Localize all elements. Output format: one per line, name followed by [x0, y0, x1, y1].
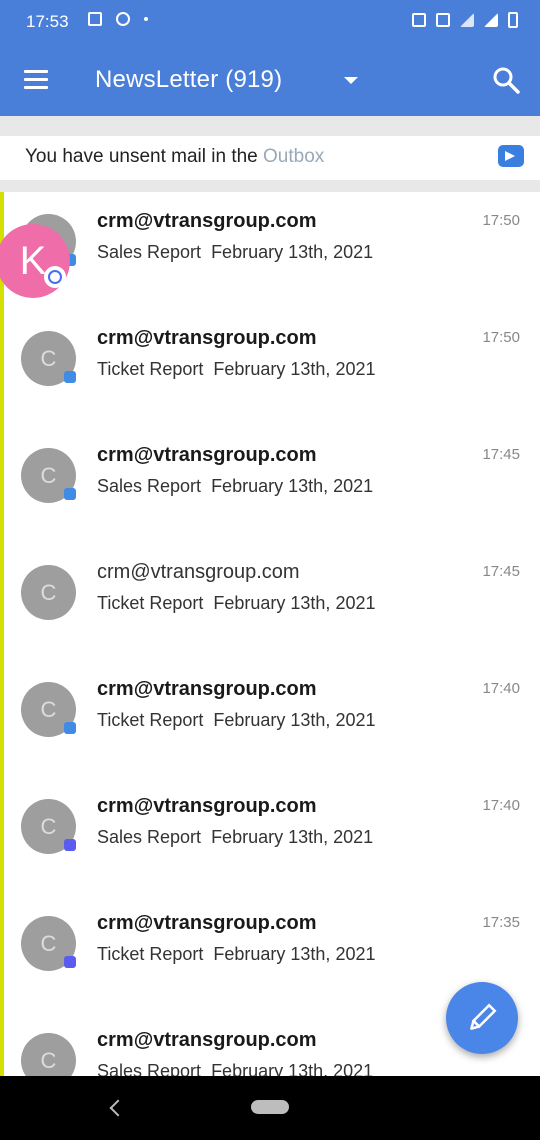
search-icon[interactable]: [492, 66, 520, 94]
email-time: 17:40: [482, 680, 520, 697]
email-subject-line: Sales Report February 13th, 2021: [97, 476, 373, 497]
email-row[interactable]: C crm@vtransgroup.com Ticket Report Febru…: [0, 660, 540, 777]
email-date: February 13th, 2021: [213, 710, 376, 730]
email-subject: Ticket Report: [97, 593, 204, 613]
battery-icon: [508, 12, 518, 28]
sync-icon: [116, 12, 130, 26]
email-subject: Ticket Report: [97, 944, 204, 964]
email-subject-line: Ticket Report February 13th, 2021: [97, 593, 375, 614]
home-pill-icon[interactable]: [251, 1100, 289, 1114]
account-badge-icon: [64, 722, 76, 734]
more-notifications-dot: [144, 17, 148, 21]
wifi-icon: [460, 13, 474, 27]
email-subject-line: Ticket Report February 13th, 2021: [97, 359, 375, 380]
email-subject: Ticket Report: [97, 710, 204, 730]
email-sender: crm@vtransgroup.com: [97, 327, 317, 349]
system-nav-bar: [0, 1076, 540, 1140]
hamburger-icon[interactable]: [24, 70, 48, 90]
account-badge-icon: [64, 488, 76, 500]
outbox-link[interactable]: Outbox: [263, 146, 324, 167]
system-icons: [412, 12, 518, 28]
back-icon[interactable]: [109, 1099, 127, 1117]
notification-icons: [88, 12, 148, 26]
email-sender: crm@vtransgroup.com: [97, 444, 317, 466]
email-time: 17:45: [482, 563, 520, 580]
account-status-icon: [44, 266, 66, 288]
notification-icon: [88, 12, 102, 26]
unsent-mail-banner[interactable]: You have unsent mail in the Outbox: [0, 136, 540, 180]
unsent-mail-text: You have unsent mail in the Outbox: [25, 146, 324, 168]
folder-title[interactable]: NewsLetter (919): [95, 66, 282, 94]
email-row[interactable]: C crm@vtransgroup.com Sales ReportFebrua…: [0, 777, 540, 894]
email-row[interactable]: C crm@vtransgroup.com Sales ReportFebrua…: [0, 192, 540, 309]
email-date: February 13th, 2021: [211, 827, 374, 847]
email-time: 17:35: [482, 914, 520, 931]
email-sender: crm@vtransgroup.com: [97, 795, 317, 817]
email-row[interactable]: C crm@vtransgroup.com Ticket Report Febru…: [0, 543, 540, 660]
email-subject: Sales Report: [97, 1061, 202, 1076]
email-subject: Sales Report: [97, 242, 202, 262]
pencil-icon: [470, 1003, 497, 1030]
email-date: February 13th, 2021: [211, 476, 374, 496]
app-bar: NewsLetter (919): [0, 44, 540, 116]
email-row[interactable]: C crm@vtransgroup.com Ticket Report Febru…: [0, 309, 540, 426]
email-subject: Sales Report: [97, 476, 202, 496]
vibrate-icon: [436, 13, 450, 27]
status-bar: 17:53: [0, 0, 540, 44]
email-subject: Sales Report: [97, 827, 202, 847]
email-date: February 13th, 2021: [213, 359, 376, 379]
email-subject-line: Sales Report February 13th, 2021: [97, 242, 373, 263]
email-subject-line: Sales Report February 13th, 2021: [97, 827, 373, 848]
email-time: 17:50: [482, 329, 520, 346]
email-sender: crm@vtransgroup.com: [97, 912, 317, 934]
account-badge-icon: [64, 956, 76, 968]
email-time: 17:50: [482, 212, 520, 229]
signal-icon: [484, 13, 498, 27]
status-time: 17:53: [26, 12, 69, 31]
email-subject: Ticket Report: [97, 359, 204, 379]
email-sender: crm@vtransgroup.com: [97, 678, 317, 700]
email-time: 17:40: [482, 797, 520, 814]
alarm-icon: [412, 13, 426, 27]
email-subject-line: Ticket Report February 13th, 2021: [97, 944, 375, 965]
compose-button[interactable]: [446, 982, 518, 1054]
email-date: February 13th, 2021: [211, 242, 374, 262]
email-sender: crm@vtransgroup.com: [97, 210, 317, 232]
email-subject-line: Ticket Report February 13th, 2021: [97, 710, 375, 731]
divider: [0, 116, 540, 136]
account-badge-icon: [64, 839, 76, 851]
sender-avatar: C: [21, 565, 76, 620]
email-date: February 13th, 2021: [211, 1061, 374, 1076]
divider: [0, 180, 540, 192]
email-time: 17:45: [482, 446, 520, 463]
sender-avatar: C: [21, 1033, 76, 1076]
email-date: February 13th, 2021: [213, 944, 376, 964]
send-icon[interactable]: [498, 145, 524, 167]
caret-down-icon[interactable]: [344, 77, 358, 84]
email-row[interactable]: C crm@vtransgroup.com Sales ReportFebrua…: [0, 426, 540, 543]
email-list: C crm@vtransgroup.com Sales Report Februa…: [0, 192, 540, 1076]
banner-text: You have unsent mail in the: [25, 146, 264, 167]
email-sender: crm@vtransgroup.com: [97, 1029, 317, 1051]
email-sender: crm@vtransgroup.com: [97, 561, 300, 583]
email-subject-line: Sales Report February 13th, 2021: [97, 1061, 373, 1076]
account-badge-icon: [64, 371, 76, 383]
email-date: February 13th, 2021: [213, 593, 376, 613]
